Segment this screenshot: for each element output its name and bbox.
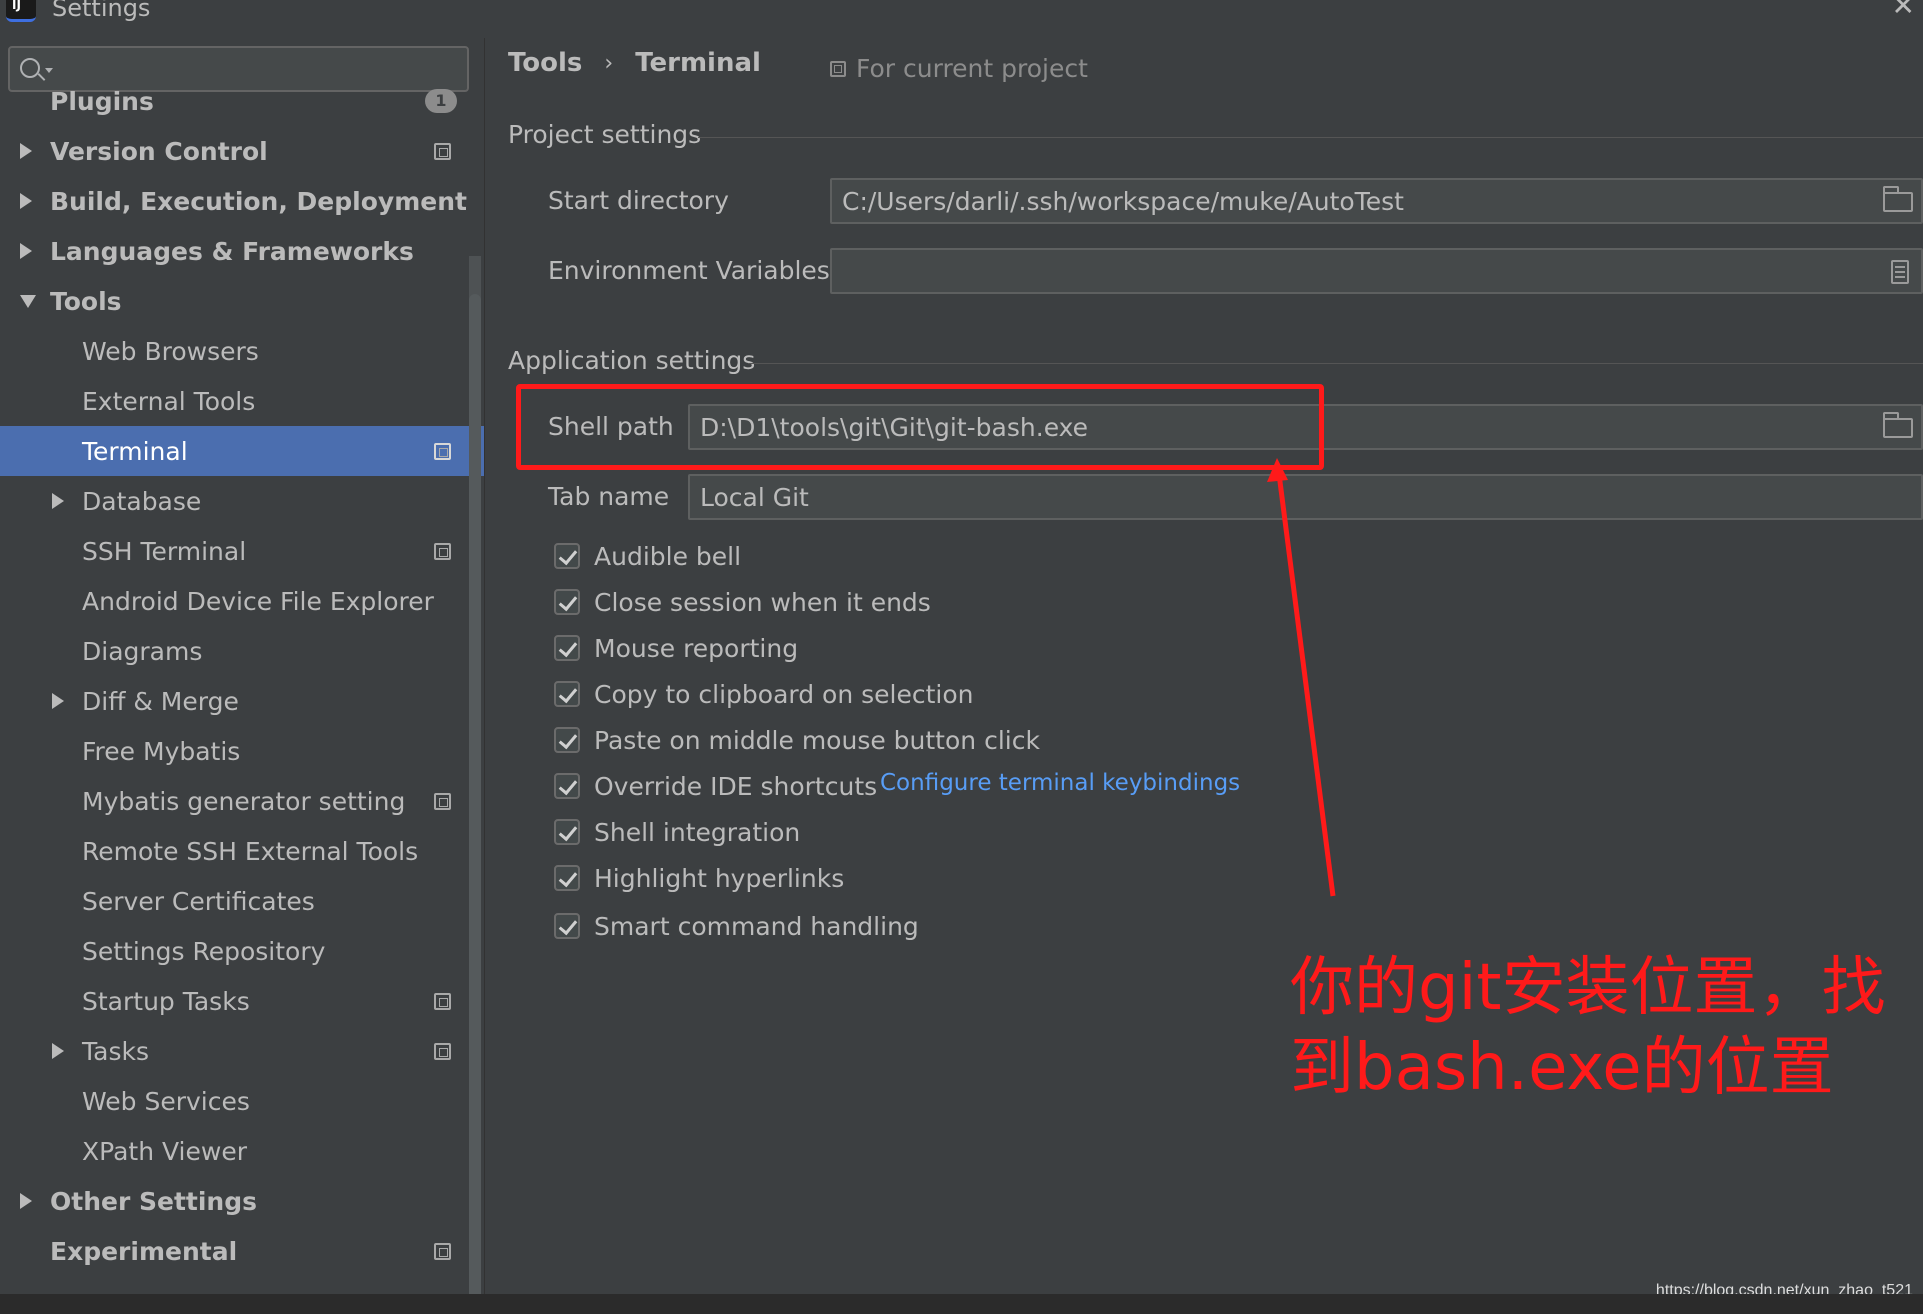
annotation-line-1: 你的git安装位置，找 — [1290, 951, 1886, 1025]
bottom-strip — [0, 1294, 1923, 1314]
annotation-text: 你的git安装位置，找 到bash.exe的位置 — [1290, 948, 1910, 1108]
annotation-line-2: 到bash.exe的位置 — [1290, 1031, 1834, 1105]
annotation-arrow — [1267, 458, 1336, 897]
